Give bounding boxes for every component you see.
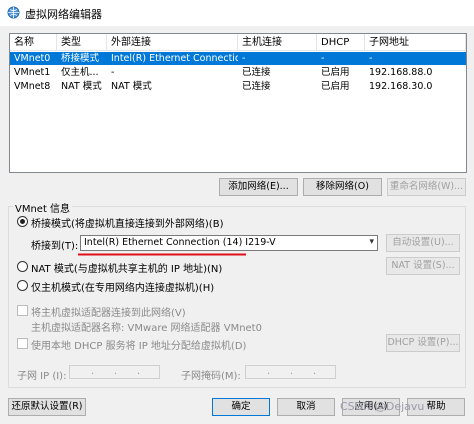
cell-host: 已连接: [242, 67, 271, 78]
bridge-mode-radio[interactable]: [17, 216, 28, 227]
chevron-down-icon: ▾: [369, 237, 374, 247]
cell-name: VMnet1: [14, 67, 51, 78]
connect-adapter-checkbox[interactable]: [17, 305, 28, 316]
table-row-vmnet0[interactable]: VMnet0 桥接模式 Intel(R) Ethernet Connectio.…: [10, 52, 466, 65]
vmnet-info-title: VMnet 信息: [13, 200, 73, 215]
bridge-to-value: Intel(R) Ethernet Connection (14) I219-V: [84, 237, 276, 248]
csdn-watermark: CSDN @Dejavu: [340, 400, 425, 413]
host-only-label[interactable]: 仅主机模式(在专用网络内连接虚拟机)(H): [31, 279, 214, 294]
cell-dhcp: -: [321, 53, 325, 64]
dhcp-settings-button[interactable]: DHCP 设置(P)...: [386, 334, 460, 352]
cell-dhcp: 已启用: [321, 67, 350, 78]
column-header-external[interactable]: 外部连接: [107, 34, 238, 51]
cell-host: -: [242, 53, 246, 64]
cell-external: -: [111, 67, 115, 78]
table-row-vmnet8[interactable]: VMnet8 NAT 模式 NAT 模式 已连接 已启用 192.168.30.…: [10, 80, 466, 93]
virtual-network-editor-window: 虚拟网络编辑器 名称 类型 外部连接 主机连接 DHCP 子网地址 VMnet0…: [0, 0, 474, 424]
cell-subnet: -: [369, 53, 373, 64]
cell-dhcp: 已启用: [321, 81, 350, 92]
bridge-to-select[interactable]: Intel(R) Ethernet Connection (14) I219-V…: [80, 235, 378, 251]
cancel-button[interactable]: 取消: [277, 398, 335, 416]
column-header-name[interactable]: 名称: [10, 34, 57, 51]
dhcp-checkbox[interactable]: [17, 338, 28, 349]
remove-network-button[interactable]: 移除网络(O): [303, 178, 382, 196]
add-network-button[interactable]: 添加网络(E)...: [219, 178, 298, 196]
restore-defaults-button[interactable]: 还原默认设置(R): [8, 398, 86, 416]
host-only-radio[interactable]: [17, 280, 28, 291]
cell-host: 已连接: [242, 81, 271, 92]
nat-mode-radio[interactable]: [17, 261, 28, 272]
cell-type: 桥接模式: [61, 53, 100, 64]
cell-external: NAT 模式: [111, 81, 152, 92]
cell-external: Intel(R) Ethernet Connectio...: [111, 53, 238, 64]
subnet-ip-label: 子网 IP (I):: [17, 371, 67, 382]
cell-subnet: 192.168.30.0: [369, 81, 433, 92]
column-header-type[interactable]: 类型: [57, 34, 107, 51]
column-header-subnet[interactable]: 子网地址: [365, 34, 466, 51]
title-bar: 虚拟网络编辑器: [0, 0, 474, 26]
adapter-name-label: 主机虚拟适配器名称: VMware 网络适配器 VMnet0: [31, 323, 262, 334]
cell-name: VMnet8: [14, 81, 51, 92]
subnet-mask-input[interactable]: . . .: [245, 365, 336, 379]
cell-type: 仅主机...: [61, 67, 99, 78]
cell-type: NAT 模式: [61, 81, 102, 92]
red-underline-annotation: [78, 253, 246, 256]
table-row-vmnet1[interactable]: VMnet1 仅主机... - 已连接 已启用 192.168.88.0: [10, 66, 466, 79]
network-globe-icon: [7, 6, 20, 19]
bridge-mode-label[interactable]: 桥接模式(将虚拟机直接连接到外部网络)(B): [31, 215, 223, 230]
nat-mode-label[interactable]: NAT 模式(与虚拟机共享主机的 IP 地址)(N): [31, 260, 222, 275]
dhcp-label[interactable]: 使用本地 DHCP 服务将 IP 地址分配给虚拟机(D): [31, 337, 246, 352]
window-title: 虚拟网络编辑器: [25, 8, 102, 21]
column-header-host[interactable]: 主机连接: [238, 34, 317, 51]
bridge-to-label: 桥接到(T):: [31, 241, 79, 252]
network-list[interactable]: 名称 类型 外部连接 主机连接 DHCP 子网地址 VMnet0 桥接模式 In…: [9, 33, 467, 173]
subnet-mask-label: 子网掩码(M):: [181, 371, 241, 382]
rename-network-button[interactable]: 重命名网络(W)...: [387, 178, 466, 196]
ok-button[interactable]: 确定: [212, 398, 270, 416]
nat-settings-button[interactable]: NAT 设置(S)...: [386, 257, 460, 275]
subnet-ip-input[interactable]: . . .: [69, 365, 160, 379]
column-header-dhcp[interactable]: DHCP: [317, 34, 365, 51]
cell-subnet: 192.168.88.0: [369, 67, 433, 78]
connect-adapter-label[interactable]: 将主机虚拟适配器连接到此网络(V): [31, 304, 186, 319]
cell-name: VMnet0: [14, 53, 51, 64]
auto-settings-button[interactable]: 自动设置(U)...: [386, 234, 460, 252]
